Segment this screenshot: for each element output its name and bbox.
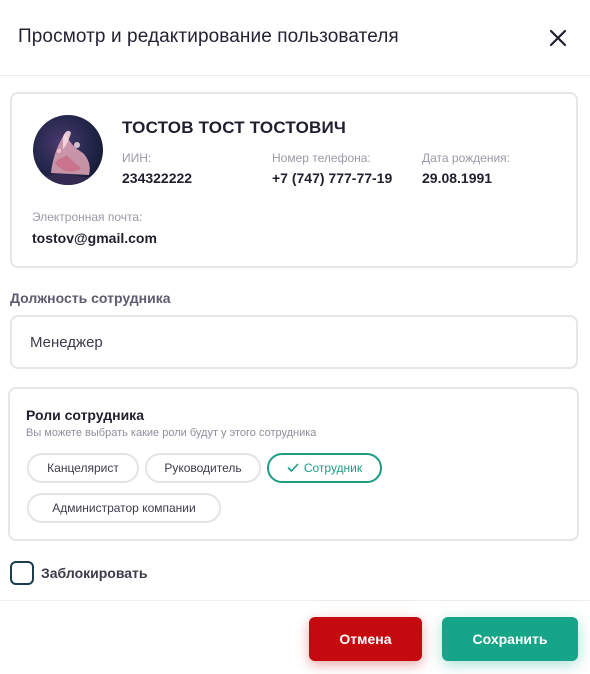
edit-user-dialog: Просмотр и редактирование пользователя Т… xyxy=(0,0,590,674)
position-input[interactable] xyxy=(10,315,578,369)
block-checkbox[interactable] xyxy=(10,561,34,585)
check-icon xyxy=(287,463,299,473)
role-chip-label: Канцелярист xyxy=(47,461,119,475)
phone-label: Номер телефона: xyxy=(272,151,371,165)
role-chip-clerk[interactable]: Канцелярист xyxy=(27,453,139,483)
save-button[interactable]: Сохранить xyxy=(442,617,578,661)
user-full-name: ТОСТОВ ТОСТ ТОСТОВИЧ xyxy=(122,118,347,137)
role-chip-employee[interactable]: Сотрудник xyxy=(267,453,382,483)
role-chip-manager[interactable]: Руководитель xyxy=(145,453,261,483)
role-chip-label: Руководитель xyxy=(164,461,242,475)
email-label: Электронная почта: xyxy=(32,210,143,224)
cancel-button[interactable]: Отмена xyxy=(309,617,422,661)
birth-date-value: 29.08.1991 xyxy=(422,170,493,186)
email-value: tostov@gmail.com xyxy=(32,230,157,246)
roles-title: Роли сотрудника xyxy=(26,407,144,423)
iin-value: 234322222 xyxy=(122,170,193,186)
block-label: Заблокировать xyxy=(41,565,148,581)
close-button[interactable] xyxy=(546,26,570,50)
role-chip-label: Администратор компании xyxy=(52,501,196,515)
dialog-title: Просмотр и редактирование пользователя xyxy=(18,26,399,47)
roles-subtitle: Вы можете выбрать какие роли будут у это… xyxy=(26,427,317,439)
dialog-header: Просмотр и редактирование пользователя xyxy=(0,0,590,76)
close-icon xyxy=(549,29,567,47)
role-chip-company-admin[interactable]: Администратор компании xyxy=(27,493,221,523)
role-chip-label: Сотрудник xyxy=(303,461,363,475)
position-label: Должность сотрудника xyxy=(10,290,171,306)
roles-card: Роли сотрудника Вы можете выбрать какие … xyxy=(8,387,579,541)
iin-label: ИИН: xyxy=(122,151,152,165)
block-user-toggle[interactable]: Заблокировать xyxy=(10,561,148,585)
phone-value: +7 (747) 777-77-19 xyxy=(272,170,393,186)
avatar xyxy=(33,115,103,185)
profile-card: ТОСТОВ ТОСТ ТОСТОВИЧ ИИН: 234322222 Номе… xyxy=(10,92,578,268)
birth-date-label: Дата рождения: xyxy=(422,151,510,165)
